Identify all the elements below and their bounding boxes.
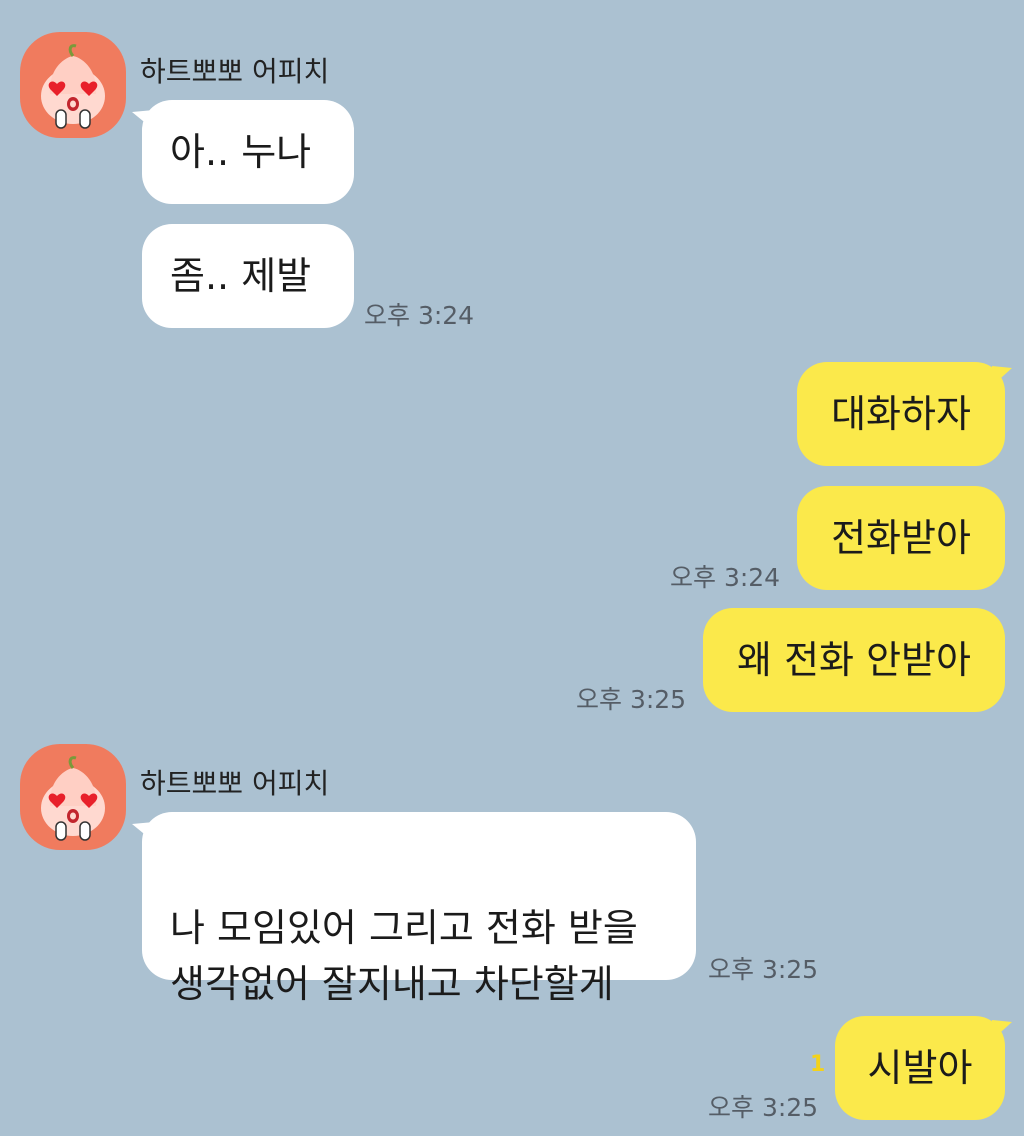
message-text: 시발아	[867, 1046, 973, 1090]
message-timestamp: 오후 3:25	[708, 1093, 819, 1122]
message-timestamp: 오후 3:24	[670, 563, 781, 592]
outgoing-message-bubble[interactable]: 왜 전화 안받아	[703, 608, 1005, 712]
apeach-heart-eyes-avatar-icon	[41, 44, 105, 129]
incoming-message-bubble[interactable]: 좀.. 제발	[142, 224, 354, 328]
sender-name: 하트뽀뽀 어피치	[140, 55, 330, 88]
sender-avatar[interactable]	[20, 32, 126, 138]
unread-count-badge: 1	[810, 1052, 826, 1077]
message-text: 대화하자	[831, 392, 971, 436]
bubble-tail	[992, 366, 1012, 386]
message-timestamp: 오후 3:25	[708, 955, 819, 984]
message-text: 왜 전화 안받아	[737, 638, 971, 682]
sender-name: 하트뽀뽀 어피치	[140, 767, 330, 800]
outgoing-message-bubble[interactable]: 전화받아	[797, 486, 1005, 590]
incoming-message-bubble[interactable]: 아.. 누나	[142, 100, 354, 204]
outgoing-message-bubble[interactable]: 대화하자	[797, 362, 1005, 466]
message-text: 나 모임있어 그리고 전화 받을 생각없어 잘지내고 차단할게	[170, 906, 638, 1006]
message-text: 아.. 누나	[170, 130, 312, 174]
message-timestamp: 오후 3:24	[364, 301, 475, 330]
bubble-tail	[992, 1020, 1012, 1040]
sender-avatar[interactable]	[20, 744, 126, 850]
incoming-message-bubble[interactable]: 나 모임있어 그리고 전화 받을 생각없어 잘지내고 차단할게	[142, 812, 696, 1006]
bubble-tail	[132, 110, 154, 130]
message-timestamp: 오후 3:25	[576, 685, 687, 714]
message-text: 좀.. 제발	[170, 254, 312, 298]
bubble-tail	[132, 822, 154, 842]
outgoing-message-bubble[interactable]: 시발아	[835, 1016, 1005, 1120]
message-text: 전화받아	[831, 516, 971, 560]
apeach-heart-eyes-avatar-icon	[41, 756, 105, 841]
